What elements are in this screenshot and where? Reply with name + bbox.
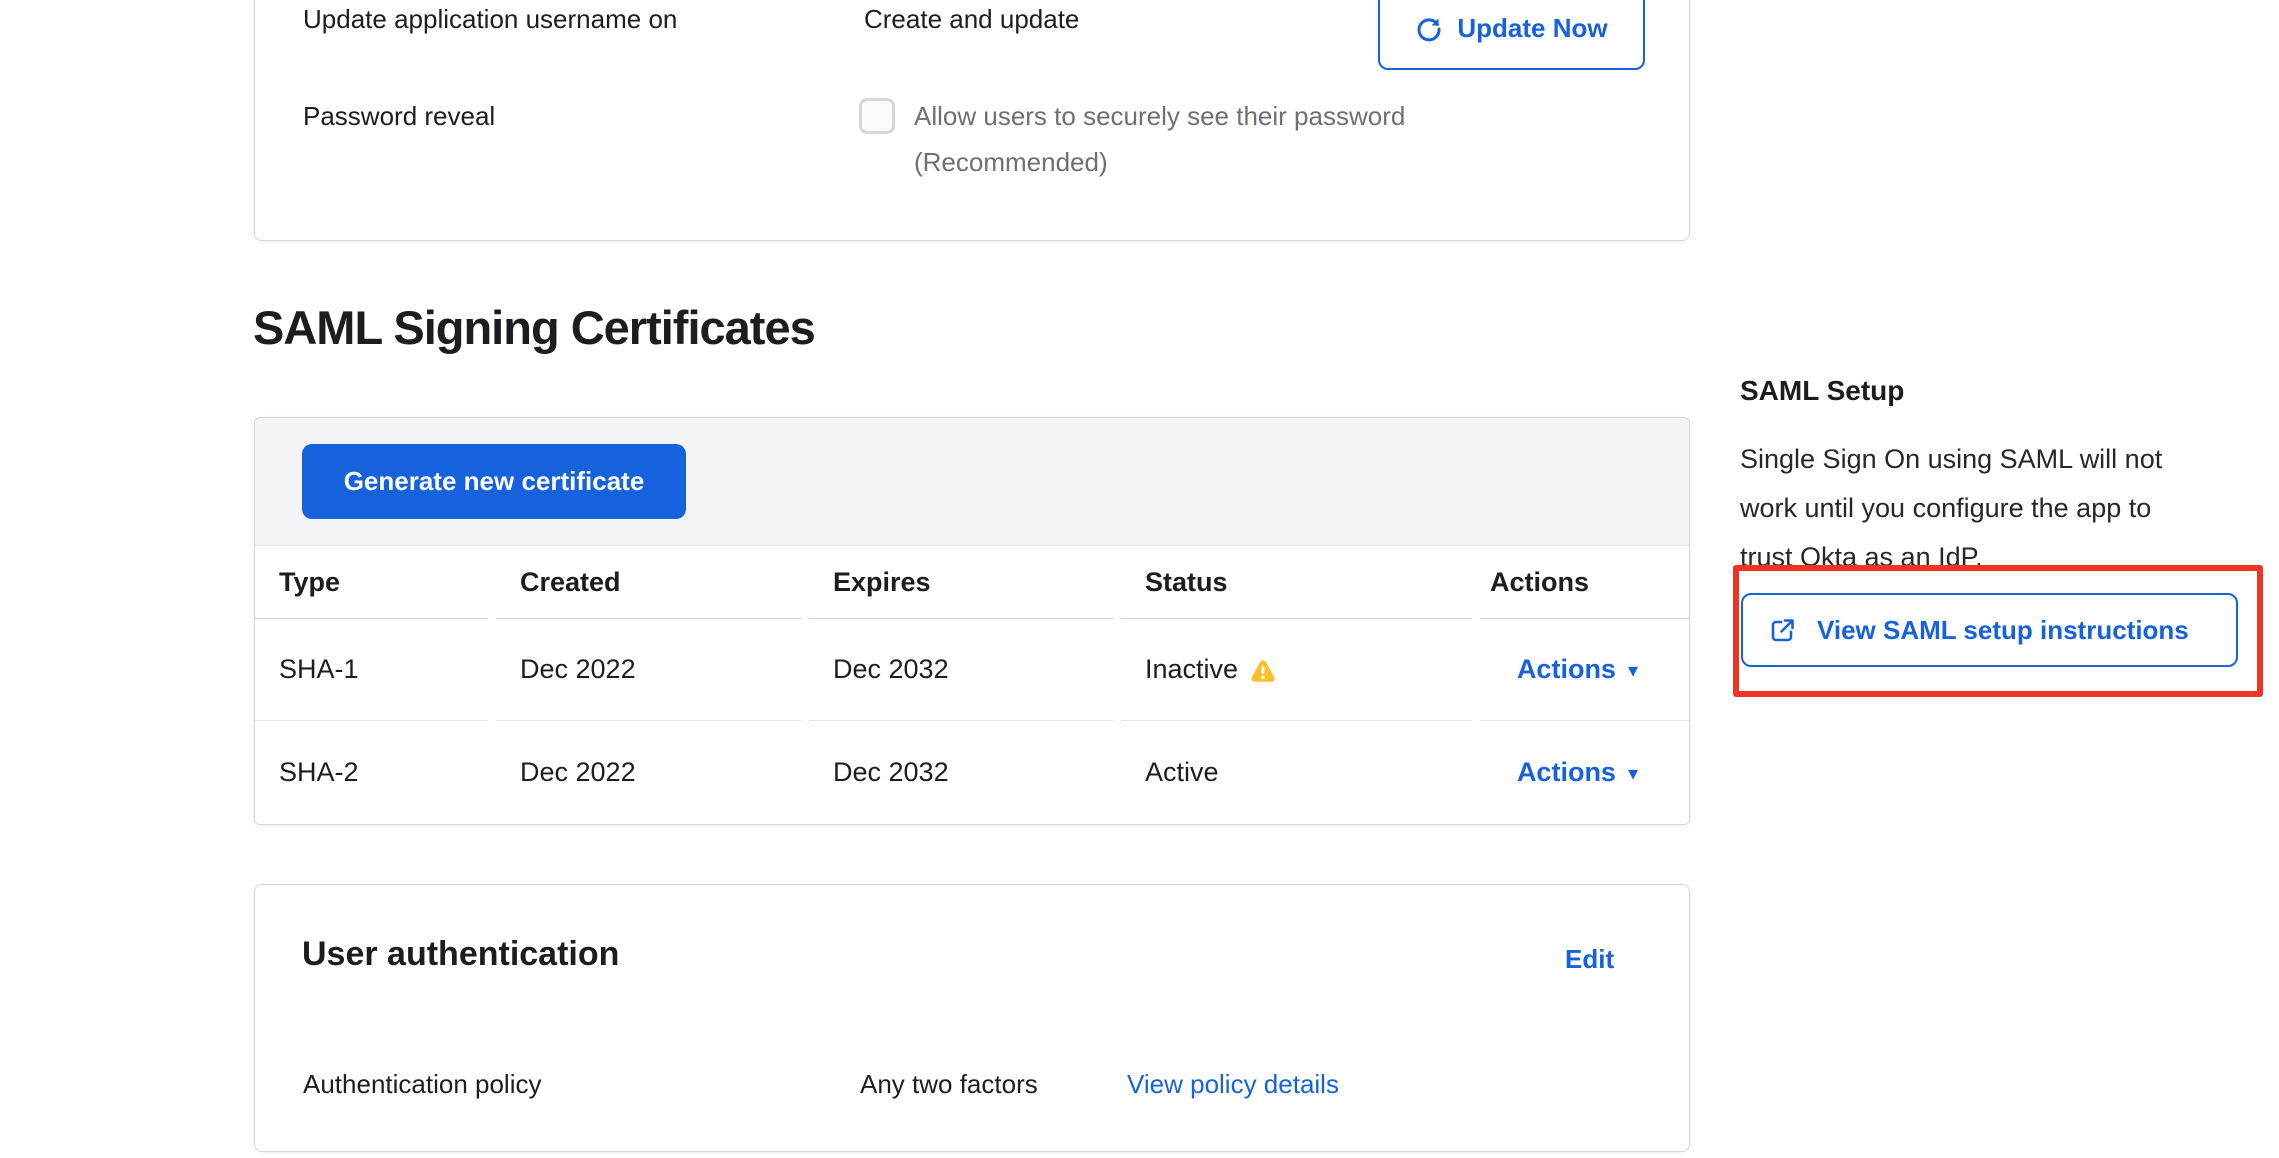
certificates-toolbar: Generate new certificate xyxy=(255,418,1689,546)
user-authentication-card: User authentication Edit Authentication … xyxy=(254,884,1690,1152)
col-header-type: Type xyxy=(255,546,488,619)
cert-created: Dec 2022 xyxy=(496,619,801,721)
view-saml-instructions-label: View SAML setup instructions xyxy=(1817,615,2189,646)
cert-type: SHA-2 xyxy=(255,721,488,824)
col-header-actions: Actions xyxy=(1480,546,1689,619)
password-reveal-option-line1: Allow users to securely see their passwo… xyxy=(914,100,1405,133)
saml-certificates-heading: SAML Signing Certificates xyxy=(253,300,815,355)
saml-setup-heading: SAML Setup xyxy=(1740,375,1904,407)
edit-link[interactable]: Edit xyxy=(1565,944,1614,975)
view-policy-details-link[interactable]: View policy details xyxy=(1127,1068,1339,1101)
password-reveal-label: Password reveal xyxy=(303,100,495,133)
update-username-value: Create and update xyxy=(864,3,1079,36)
user-auth-heading: User authentication xyxy=(302,935,619,974)
chevron-down-icon: ▾ xyxy=(1628,761,1638,786)
password-reveal-option-line2: (Recommended) xyxy=(914,146,1108,179)
col-header-status: Status xyxy=(1121,546,1472,619)
update-now-label: Update Now xyxy=(1457,13,1607,44)
actions-label: Actions xyxy=(1517,654,1616,685)
cert-status: Active xyxy=(1121,721,1472,824)
actions-label: Actions xyxy=(1517,757,1616,788)
external-link-icon xyxy=(1770,617,1796,643)
status-text: Inactive xyxy=(1145,654,1238,685)
refresh-icon xyxy=(1415,15,1443,43)
cert-status: Inactive xyxy=(1121,619,1472,721)
table-row: SHA-1 Dec 2022 Dec 2032 Inactive Actions… xyxy=(255,619,1689,721)
row-actions-dropdown[interactable]: Actions ▾ xyxy=(1480,721,1689,824)
okta-sign-on-settings-page: Update application username on Create an… xyxy=(0,0,2279,1158)
view-saml-instructions-button[interactable]: View SAML setup instructions xyxy=(1741,593,2238,667)
chevron-down-icon: ▾ xyxy=(1628,658,1638,683)
cert-created: Dec 2022 xyxy=(496,721,801,824)
row-actions-dropdown[interactable]: Actions ▾ xyxy=(1480,619,1689,721)
col-header-created: Created xyxy=(496,546,801,619)
cert-expires: Dec 2032 xyxy=(809,721,1113,824)
update-now-button[interactable]: Update Now xyxy=(1378,0,1645,70)
password-reveal-checkbox[interactable] xyxy=(859,98,895,134)
cert-type: SHA-1 xyxy=(255,619,488,721)
certificates-table-header: Type Created Expires Status Actions xyxy=(255,546,1689,619)
generate-certificate-button[interactable]: Generate new certificate xyxy=(302,444,686,519)
table-row: SHA-2 Dec 2022 Dec 2032 Active Actions ▾ xyxy=(255,721,1689,824)
warning-icon xyxy=(1250,658,1276,684)
saml-certificates-panel: Generate new certificate Type Created Ex… xyxy=(254,417,1690,825)
auth-policy-label: Authentication policy xyxy=(303,1068,541,1101)
col-header-expires: Expires xyxy=(809,546,1113,619)
sign-on-settings-card: Update application username on Create an… xyxy=(254,0,1690,241)
auth-policy-value: Any two factors xyxy=(860,1068,1038,1101)
saml-setup-text-line2: work until you configure the app to xyxy=(1740,492,2151,525)
saml-setup-text-line1: Single Sign On using SAML will not xyxy=(1740,443,2162,476)
update-username-label: Update application username on xyxy=(303,3,677,36)
status-text: Active xyxy=(1145,757,1219,788)
cert-expires: Dec 2032 xyxy=(809,619,1113,721)
